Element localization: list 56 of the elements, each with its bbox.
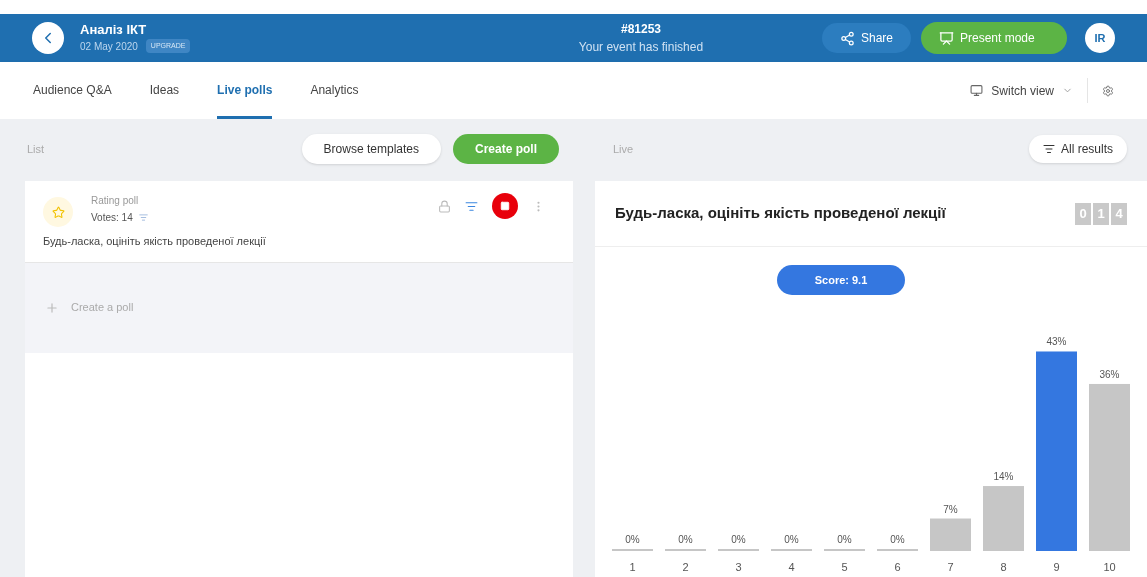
value-label: 0% xyxy=(890,534,905,545)
stop-icon xyxy=(500,201,510,211)
switch-view-button[interactable]: Switch view xyxy=(970,62,1073,119)
filter-icon xyxy=(1043,143,1055,155)
category-label: 1 xyxy=(629,561,636,573)
live-question: Будь-ласка, оцініть якість проведеної лекції xyxy=(615,203,946,224)
tab[interactable]: Analytics xyxy=(310,62,359,119)
star-icon xyxy=(51,205,65,219)
poll-type: Rating poll xyxy=(91,194,140,208)
category-label: 10 xyxy=(1103,561,1116,573)
value-label: 0% xyxy=(625,534,640,545)
event-title: Аналіз ІКТ xyxy=(80,22,148,39)
value-label: 36% xyxy=(1099,368,1120,380)
user-avatar[interactable]: IR xyxy=(1085,23,1115,53)
filter-icon xyxy=(138,213,148,222)
vote-count: Votes: 14 xyxy=(91,211,133,225)
lock-icon xyxy=(438,199,451,213)
category-label: 9 xyxy=(1053,561,1060,573)
event-date: 02 May 2020 xyxy=(80,39,138,54)
filter-icon xyxy=(465,199,478,213)
value-label: 0% xyxy=(784,534,799,545)
all-results-button[interactable]: All results xyxy=(1029,135,1127,163)
value-label: 0% xyxy=(837,534,852,545)
share-icon xyxy=(839,30,855,46)
share-button[interactable]: Share xyxy=(821,23,911,53)
category-label: 7 xyxy=(947,561,954,573)
live-label: Live xyxy=(613,141,634,157)
category-label: 6 xyxy=(894,561,901,573)
value-label: 0% xyxy=(731,534,746,545)
value-label: 14% xyxy=(993,471,1014,483)
event-status: Your event has finished xyxy=(578,39,704,56)
value-label: 0% xyxy=(678,534,693,545)
create-poll-placeholder: Create a poll xyxy=(71,300,134,316)
tab[interactable]: Ideas xyxy=(149,62,180,119)
category-label: 2 xyxy=(682,561,689,573)
value-label: 7% xyxy=(943,503,958,515)
value-label: 43% xyxy=(1046,336,1067,348)
bar xyxy=(930,518,971,551)
plus-icon xyxy=(45,300,59,315)
category-label: 5 xyxy=(841,561,848,573)
settings-icon xyxy=(1102,84,1114,97)
tab[interactable]: Audience Q&A xyxy=(33,62,112,119)
poll-card[interactable]: Rating poll Votes: 14 Будь-ласка, оцініть якість проведеної лекції xyxy=(25,181,573,263)
list-label: List xyxy=(27,141,45,157)
stop-button[interactable] xyxy=(492,193,518,219)
back-button[interactable] xyxy=(32,22,64,54)
category-label: 8 xyxy=(1000,561,1007,573)
score-badge: Score: 9.1 xyxy=(777,265,905,295)
monitor-icon xyxy=(970,84,984,97)
category-label: 3 xyxy=(735,561,742,573)
browse-templates-button[interactable]: Browse templates xyxy=(301,134,441,164)
presentation-icon xyxy=(939,30,954,46)
bar xyxy=(983,486,1024,551)
poll-question: Будь-ласка, оцініть якість проведеної лекції xyxy=(43,234,267,249)
event-code: #81253 xyxy=(620,21,661,38)
category-label: 4 xyxy=(788,561,795,573)
